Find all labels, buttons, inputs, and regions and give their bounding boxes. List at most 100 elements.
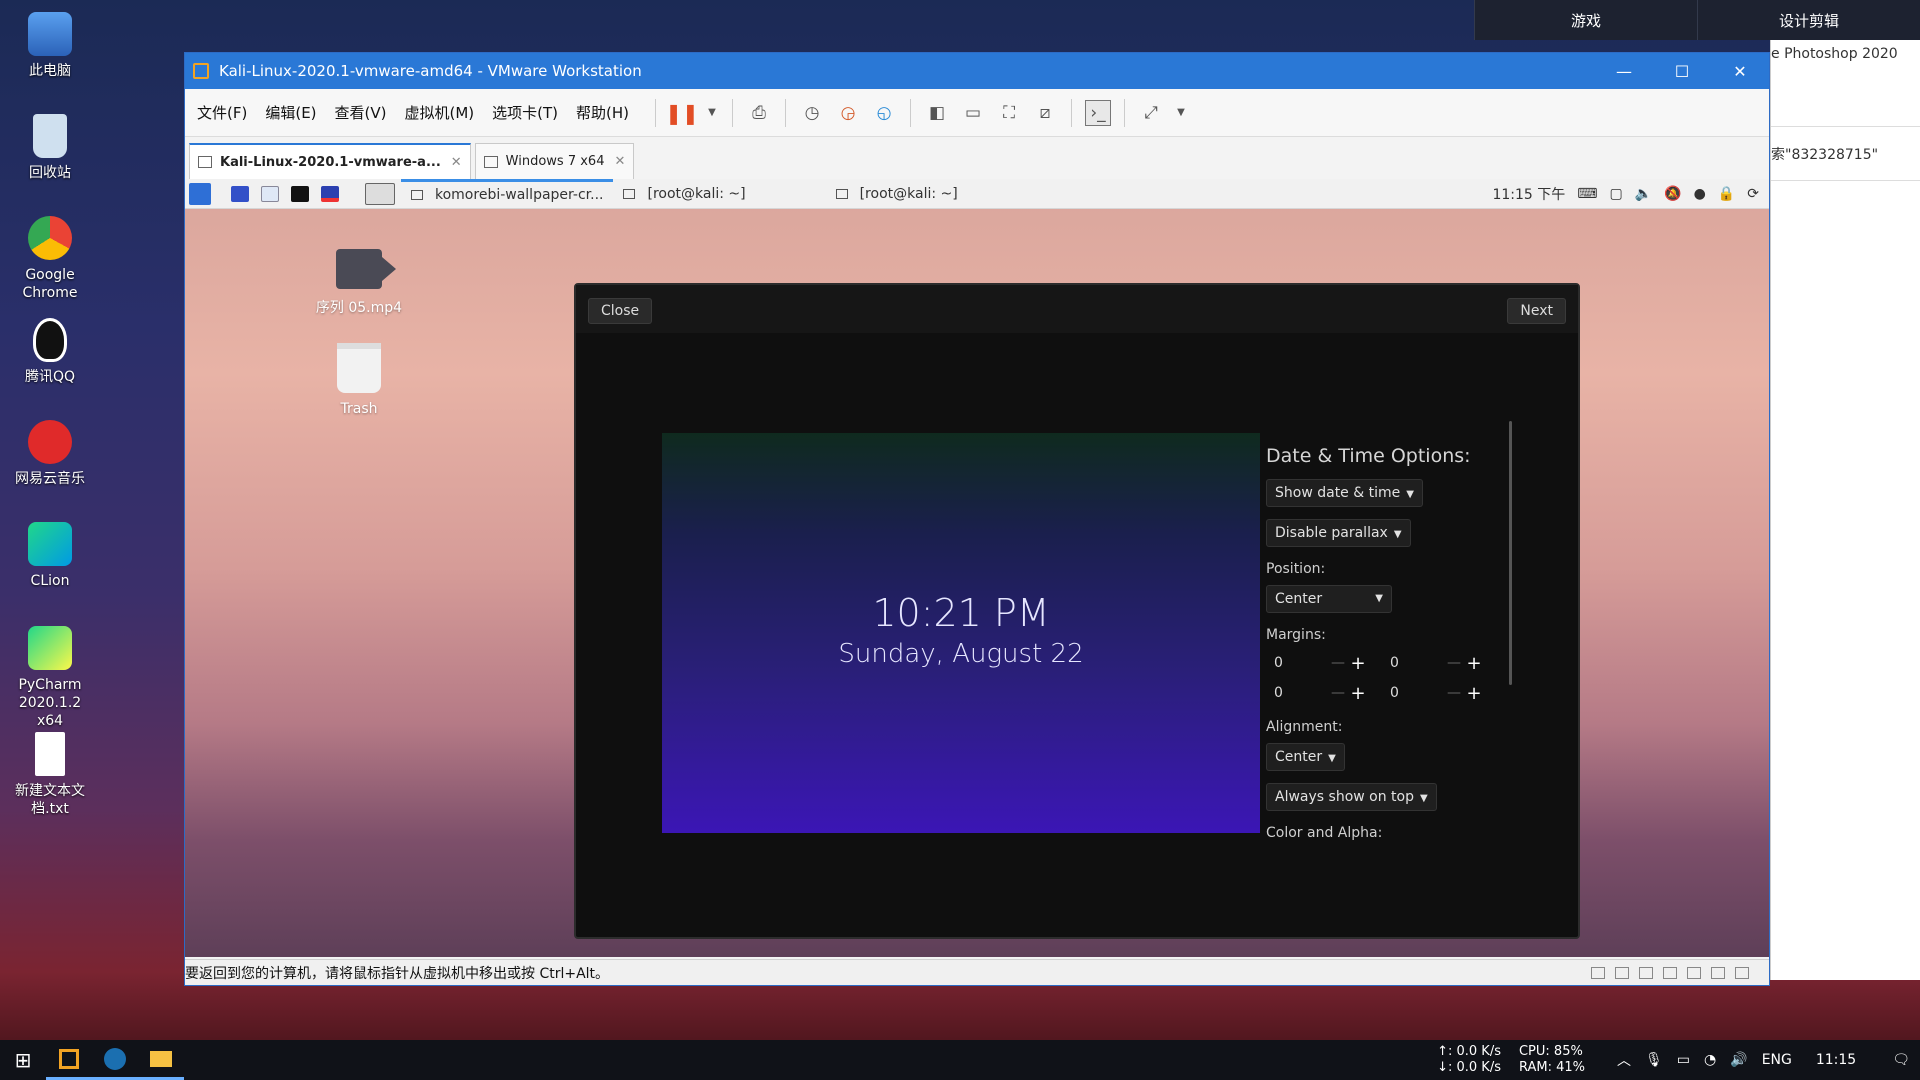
taskbar-clock[interactable]: 11:15 (1816, 1052, 1856, 1068)
keyboard-icon[interactable]: ⌨ (1577, 186, 1597, 202)
snapshot-manager-icon[interactable]: ◵ (871, 100, 897, 126)
snapshot-icon[interactable]: ◷ (799, 100, 825, 126)
task-terminal-2[interactable]: [root@kali: ~] (826, 179, 968, 209)
hdd-icon[interactable] (1591, 966, 1605, 979)
trash-icon (337, 343, 381, 393)
input-language[interactable]: ENG (1762, 1052, 1792, 1068)
menu-vm[interactable]: 虚拟机(M) (405, 102, 475, 123)
margin-top-spinner[interactable]: 0— + (1266, 651, 1368, 675)
network-icon[interactable]: ● (1694, 186, 1706, 202)
unity-icon[interactable]: ⧄ (1032, 100, 1058, 126)
microphone-icon[interactable]: 🎙 (1645, 1052, 1663, 1068)
plus-icon: + (1466, 682, 1482, 704)
notifications-off-icon[interactable]: 🔕 (1664, 186, 1681, 202)
menu-tabs[interactable]: 选项卡(T) (492, 102, 558, 123)
volume-icon[interactable]: 🔈 (1635, 186, 1652, 202)
send-ctrl-alt-del-icon[interactable]: ⎙ (746, 100, 772, 126)
close-button[interactable]: ✕ (1711, 53, 1769, 89)
lock-icon[interactable]: 🔒 (1718, 186, 1735, 202)
show-date-time-dropdown[interactable]: Show date & time ▼ (1266, 479, 1423, 507)
thumbnail-icon[interactable]: ▭ (960, 100, 986, 126)
date-time-options: Date & Time Options: Show date & time ▼ D… (1266, 445, 1506, 849)
chevron-down-icon[interactable]: ▼ (705, 100, 719, 126)
menu-edit[interactable]: 编辑(E) (265, 102, 316, 123)
clion-icon (28, 522, 72, 566)
library-icon[interactable]: ◧ (924, 100, 950, 126)
chevron-up-icon[interactable]: ︿ (1617, 1050, 1631, 1070)
parallax-dropdown[interactable]: Disable parallax ▼ (1266, 519, 1411, 547)
options-title: Date & Time Options: (1266, 445, 1471, 467)
menu-help[interactable]: 帮助(H) (576, 102, 629, 123)
dialog-close-button[interactable]: Close (588, 298, 653, 324)
snapshot-revert-icon[interactable]: ◶ (835, 100, 861, 126)
taskbar-vmware-icon[interactable] (46, 1040, 92, 1080)
margin-bottom-spinner[interactable]: 0— + (1266, 681, 1368, 705)
tab-close-icon[interactable]: ✕ (451, 155, 462, 170)
host-tab-games[interactable]: 游戏 (1474, 0, 1697, 40)
usb-icon[interactable] (1687, 966, 1701, 979)
desktop-icon-netease[interactable]: 网易云音乐 (0, 420, 100, 488)
tab-close-icon[interactable]: ✕ (614, 154, 625, 169)
options-scrollbar[interactable] (1509, 421, 1512, 685)
refresh-icon[interactable]: ⟳ (1747, 186, 1759, 202)
dialog-next-button[interactable]: Next (1507, 298, 1566, 324)
taskbar-steam-icon[interactable] (92, 1040, 138, 1080)
system-tray: ↑: 0.0 K/s ↓: 0.0 K/s CPU: 85% RAM: 41% … (1437, 1044, 1920, 1076)
tab-windows7[interactable]: Windows 7 x64 ✕ (474, 143, 635, 179)
battery-icon[interactable]: ▭ (1677, 1052, 1690, 1068)
plus-icon: + (1350, 682, 1366, 704)
display-icon[interactable]: ▢ (1610, 186, 1623, 202)
taskbar-file-explorer-icon[interactable] (138, 1040, 184, 1080)
speaker-icon[interactable]: 🔊 (1730, 1052, 1747, 1068)
menu-view[interactable]: 查看(V) (335, 102, 387, 123)
desktop-icon-recycle-bin[interactable]: 回收站 (0, 114, 100, 182)
printer-icon[interactable] (1711, 966, 1725, 979)
start-windows-icon[interactable]: ⊞ (0, 1040, 46, 1080)
task-terminal-1[interactable]: [root@kali: ~] (613, 179, 755, 209)
sound-icon[interactable] (1663, 966, 1677, 979)
tab-kali[interactable]: Kali-Linux-2020.1-vmware-a... ✕ (189, 143, 471, 179)
browser-icon[interactable] (321, 185, 339, 202)
terminal-icon[interactable] (291, 185, 309, 202)
cdrom-icon[interactable] (1615, 966, 1629, 979)
alignment-dropdown[interactable]: Center ▼ (1266, 743, 1345, 771)
right-pane-search-text: 索"832328715" (1771, 147, 1879, 163)
margin-left-spinner[interactable]: 0— + (1382, 681, 1484, 705)
menu-file[interactable]: 文件(F) (197, 102, 247, 123)
kali-menu-icon[interactable] (189, 182, 211, 205)
fullscreen-icon[interactable]: ⛶ (996, 100, 1022, 126)
desktop-icon-qq[interactable]: 腾讯QQ (0, 318, 100, 386)
workspace-icon[interactable] (231, 185, 249, 202)
host-tab-design[interactable]: 设计剪辑 (1697, 0, 1920, 40)
guest-clock[interactable]: 11:15 下午 (1492, 184, 1565, 204)
stretch-icon[interactable]: ⤢ (1138, 100, 1164, 126)
desktop-icon-clion[interactable]: CLion (0, 522, 100, 590)
chevron-down-icon[interactable]: ▼ (1174, 100, 1188, 126)
always-on-top-dropdown[interactable]: Always show on top ▼ (1266, 783, 1437, 811)
file-manager-icon[interactable] (261, 185, 279, 202)
desktop-icon-pycharm[interactable]: PyCharm 2020.1.2 x64 (0, 626, 100, 730)
action-center-icon[interactable]: 🗨 (1892, 1052, 1910, 1068)
minimize-button[interactable]: — (1595, 53, 1653, 89)
window-icon (411, 190, 423, 200)
show-desktop-icon[interactable] (365, 182, 395, 205)
task-komorebi[interactable]: komorebi-wallpaper-cr... (401, 179, 614, 209)
desktop-icon-textfile[interactable]: 新建文本文档.txt (0, 732, 100, 818)
margin-right-spinner[interactable]: 0— + (1382, 651, 1484, 675)
guest-desktop-trash[interactable]: Trash (299, 343, 419, 417)
desktop-icon-label: PyCharm 2020.1.2 x64 (18, 677, 82, 729)
desktop-icon-chrome[interactable]: Google Chrome (0, 216, 100, 302)
network-adapter-icon[interactable] (1639, 966, 1653, 979)
computer-icon (28, 12, 72, 56)
console-icon[interactable]: ›_ (1085, 99, 1112, 126)
guest-desktop-video[interactable]: 序列 05.mp4 (299, 249, 419, 317)
position-dropdown[interactable]: Center ▼ (1266, 585, 1392, 613)
guest-screen[interactable]: komorebi-wallpaper-cr... [root@kali: ~] … (185, 179, 1769, 957)
desktop-icon-computer[interactable]: 此电脑 (0, 12, 100, 80)
ram-usage: RAM: 41% (1518, 1060, 1586, 1075)
display-device-icon[interactable] (1735, 966, 1749, 979)
wifi-icon[interactable]: ◔ (1704, 1052, 1716, 1068)
pause-icon[interactable]: ❚❚ (665, 100, 699, 126)
desktop-icon-label: 新建文本文档.txt (15, 783, 85, 817)
maximize-button[interactable]: ☐ (1653, 53, 1711, 89)
